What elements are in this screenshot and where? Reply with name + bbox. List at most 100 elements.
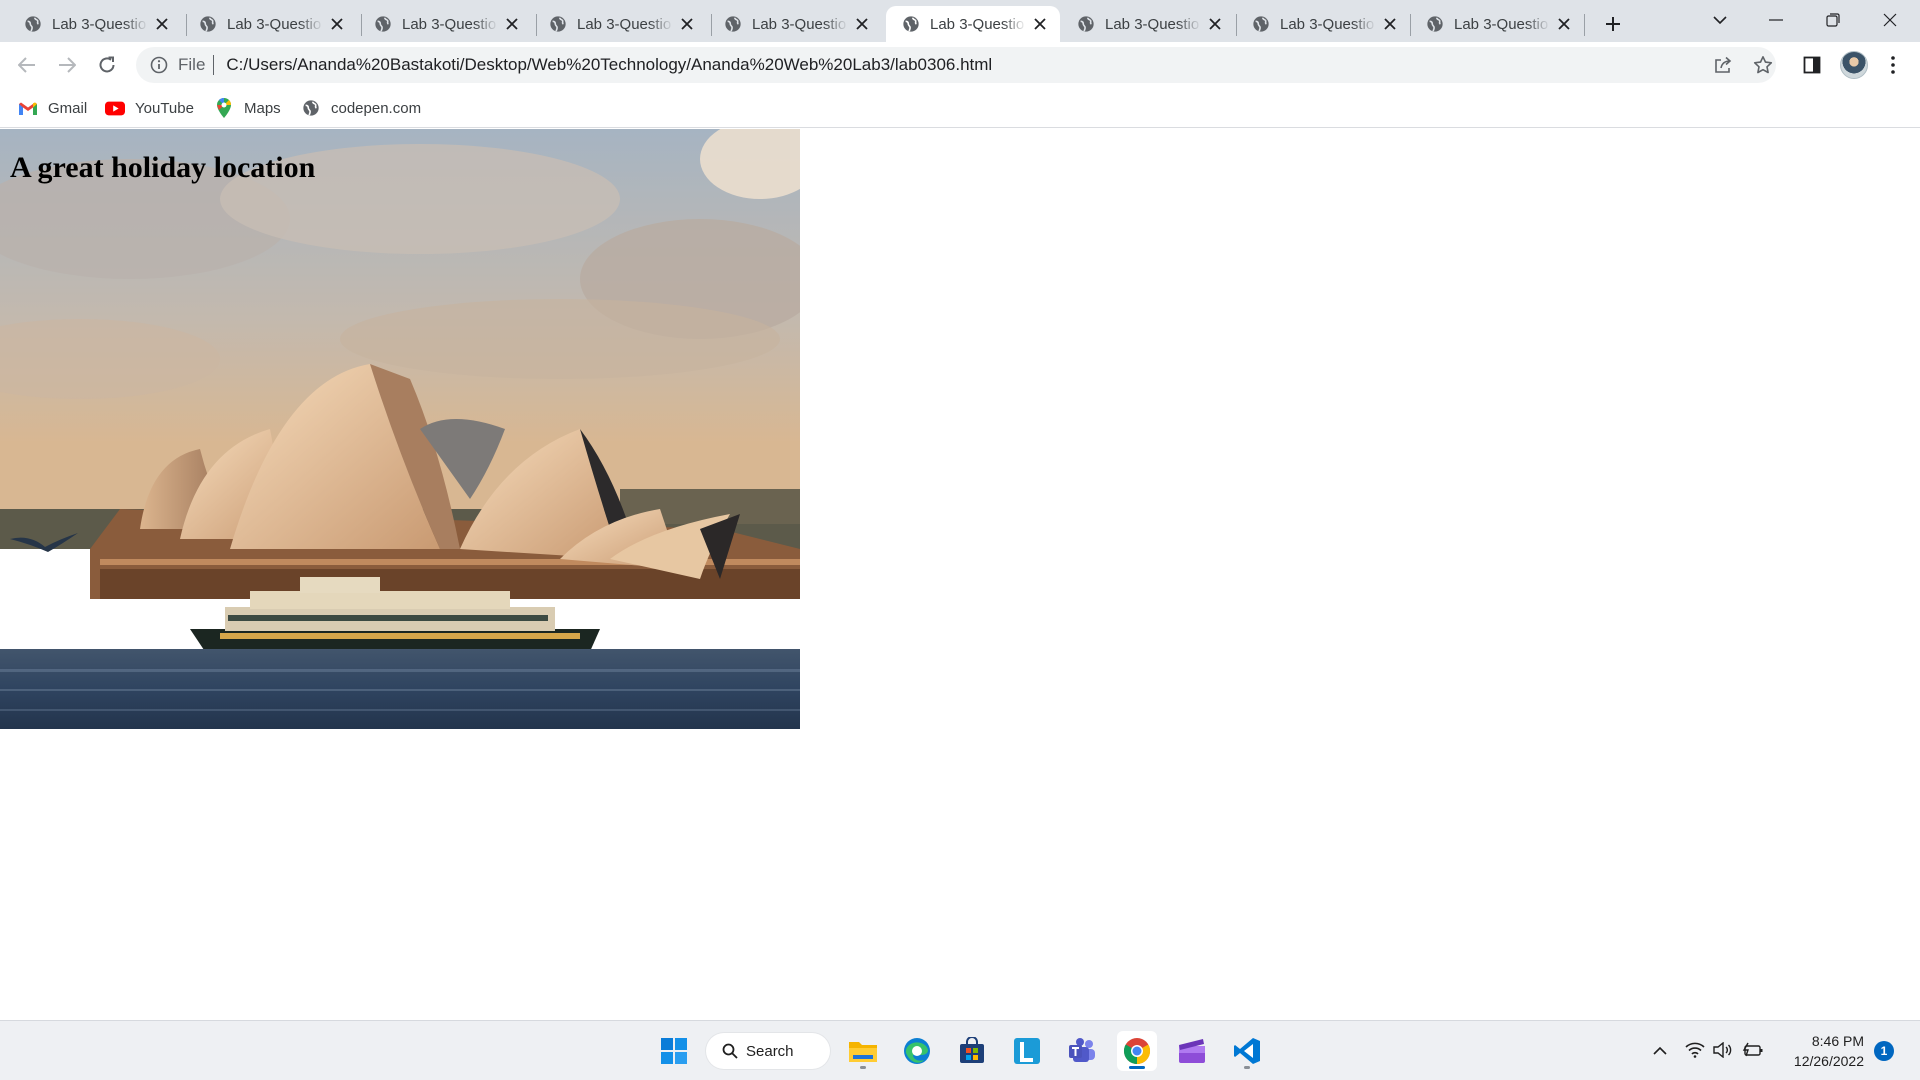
more-vertical-icon — [1891, 56, 1895, 74]
browser-tab[interactable]: Lab 3-Questio — [1061, 6, 1235, 42]
bookmark-codepen[interactable]: codepen.com — [301, 96, 421, 120]
close-icon[interactable] — [852, 14, 872, 34]
globe-icon — [1078, 16, 1094, 32]
address-bar[interactable]: File C:/Users/Ananda%20Bastakoti/Desktop… — [136, 47, 1776, 83]
taskbar-search[interactable]: Search — [706, 1033, 830, 1069]
back-button[interactable] — [12, 50, 42, 80]
close-icon[interactable] — [152, 14, 172, 34]
bookmark-star-button[interactable] — [1748, 50, 1778, 80]
share-icon — [1715, 56, 1732, 73]
side-panel-button[interactable] — [1797, 50, 1827, 80]
tab-title: Lab 3-Questio — [52, 15, 147, 33]
teams-button[interactable] — [1062, 1031, 1102, 1071]
browser-tab[interactable]: Lab 3-Questio — [8, 6, 182, 42]
close-window-button[interactable] — [1862, 0, 1918, 40]
folder-icon — [849, 1042, 877, 1062]
edge-button[interactable] — [897, 1031, 937, 1071]
bookmark-label: Maps — [244, 99, 281, 117]
restore-button[interactable] — [1805, 0, 1861, 40]
browser-tab[interactable]: Lab 3-Questio — [1236, 6, 1410, 42]
bookmarks-bar: Gmail YouTube Maps codepen.com — [0, 88, 1920, 128]
battery-status[interactable] — [1742, 1039, 1764, 1061]
holiday-image: A great holiday location — [0, 129, 800, 729]
browser-tab[interactable]: Lab 3-Questio — [708, 6, 882, 42]
close-icon — [1883, 13, 1897, 27]
youtube-icon — [105, 99, 125, 117]
close-icon[interactable] — [1380, 14, 1400, 34]
volume-status[interactable] — [1712, 1039, 1734, 1061]
minimize-button[interactable] — [1748, 0, 1804, 40]
page-viewport: A great holiday location — [0, 129, 1920, 1020]
notification-badge[interactable]: 1 — [1874, 1041, 1894, 1061]
file-explorer-button[interactable] — [843, 1031, 883, 1071]
search-label: Search — [746, 1042, 794, 1060]
show-hidden-icons-button[interactable] — [1649, 1039, 1671, 1061]
start-button[interactable] — [654, 1031, 694, 1071]
arrow-left-icon — [18, 57, 35, 73]
chrome-button[interactable] — [1117, 1031, 1157, 1071]
new-tab-button[interactable] — [1598, 9, 1628, 39]
store-button[interactable] — [952, 1031, 992, 1071]
globe-icon — [1253, 16, 1269, 32]
globe-icon — [301, 99, 321, 117]
speaker-icon — [1713, 1042, 1732, 1058]
restore-icon — [1826, 13, 1840, 27]
browser-tab-active[interactable]: Lab 3-Questio — [886, 6, 1060, 42]
globe-icon — [375, 16, 391, 32]
gmail-icon — [18, 99, 38, 117]
bookmark-label: YouTube — [135, 99, 194, 117]
browser-tab[interactable]: Lab 3-Questio — [183, 6, 357, 42]
tab-strip: Lab 3-Questio Lab 3-Questio Lab 3-Questi… — [0, 0, 1920, 42]
close-icon[interactable] — [327, 14, 347, 34]
clipchamp-button[interactable] — [1172, 1031, 1212, 1071]
forward-button[interactable] — [52, 50, 82, 80]
url-text[interactable]: C:/Users/Ananda%20Bastakoti/Desktop/Web%… — [226, 55, 992, 75]
chrome-icon — [1123, 1038, 1151, 1065]
menu-button[interactable] — [1878, 50, 1908, 80]
browser-tab[interactable]: Lab 3-Questio — [358, 6, 532, 42]
side-panel-icon — [1803, 56, 1821, 74]
opera-house-photo — [0, 129, 800, 729]
bookmark-label: codepen.com — [331, 99, 422, 117]
close-icon[interactable] — [1205, 14, 1225, 34]
windows-logo-icon — [661, 1038, 687, 1064]
close-icon[interactable] — [677, 14, 697, 34]
reload-button[interactable] — [92, 50, 122, 80]
letter-l-app-icon — [1014, 1038, 1040, 1064]
app-l-button[interactable] — [1007, 1031, 1047, 1071]
close-icon[interactable] — [1554, 14, 1574, 34]
edge-icon — [904, 1038, 930, 1064]
bookmark-youtube[interactable]: YouTube — [105, 96, 194, 120]
bookmark-gmail[interactable]: Gmail — [18, 96, 87, 120]
bookmark-label: Gmail — [48, 99, 88, 117]
clapperboard-icon — [1179, 1039, 1205, 1063]
info-icon[interactable] — [150, 56, 168, 74]
share-button[interactable] — [1708, 50, 1738, 80]
close-icon[interactable] — [502, 14, 522, 34]
tab-title: Lab 3-Questio — [752, 15, 847, 33]
vscode-button[interactable] — [1227, 1031, 1267, 1071]
vscode-icon — [1234, 1038, 1260, 1064]
tab-search-button[interactable] — [1692, 0, 1748, 40]
arrow-right-icon — [59, 57, 76, 73]
browser-tab[interactable]: Lab 3-Questio — [1410, 6, 1584, 42]
wifi-status[interactable] — [1684, 1039, 1706, 1061]
close-icon[interactable] — [1030, 14, 1050, 34]
tab-separator — [1584, 14, 1585, 36]
store-icon — [960, 1037, 984, 1063]
taskbar-clock[interactable]: 8:46 PM 12/26/2022 — [1780, 1031, 1864, 1071]
browser-tab[interactable]: Lab 3-Questio — [533, 6, 707, 42]
star-icon — [1753, 56, 1773, 74]
url-scheme-label: File — [178, 55, 206, 74]
globe-icon — [200, 16, 216, 32]
tab-title: Lab 3-Questio — [227, 15, 322, 33]
running-indicator — [1244, 1066, 1250, 1069]
globe-icon — [1427, 16, 1443, 32]
wifi-icon — [1685, 1042, 1705, 1058]
running-indicator — [860, 1066, 866, 1069]
bookmark-maps[interactable]: Maps — [214, 96, 281, 120]
globe-icon — [25, 16, 41, 32]
tab-title: Lab 3-Questio — [1454, 15, 1549, 33]
profile-avatar[interactable] — [1840, 51, 1868, 79]
maps-icon — [214, 98, 234, 118]
